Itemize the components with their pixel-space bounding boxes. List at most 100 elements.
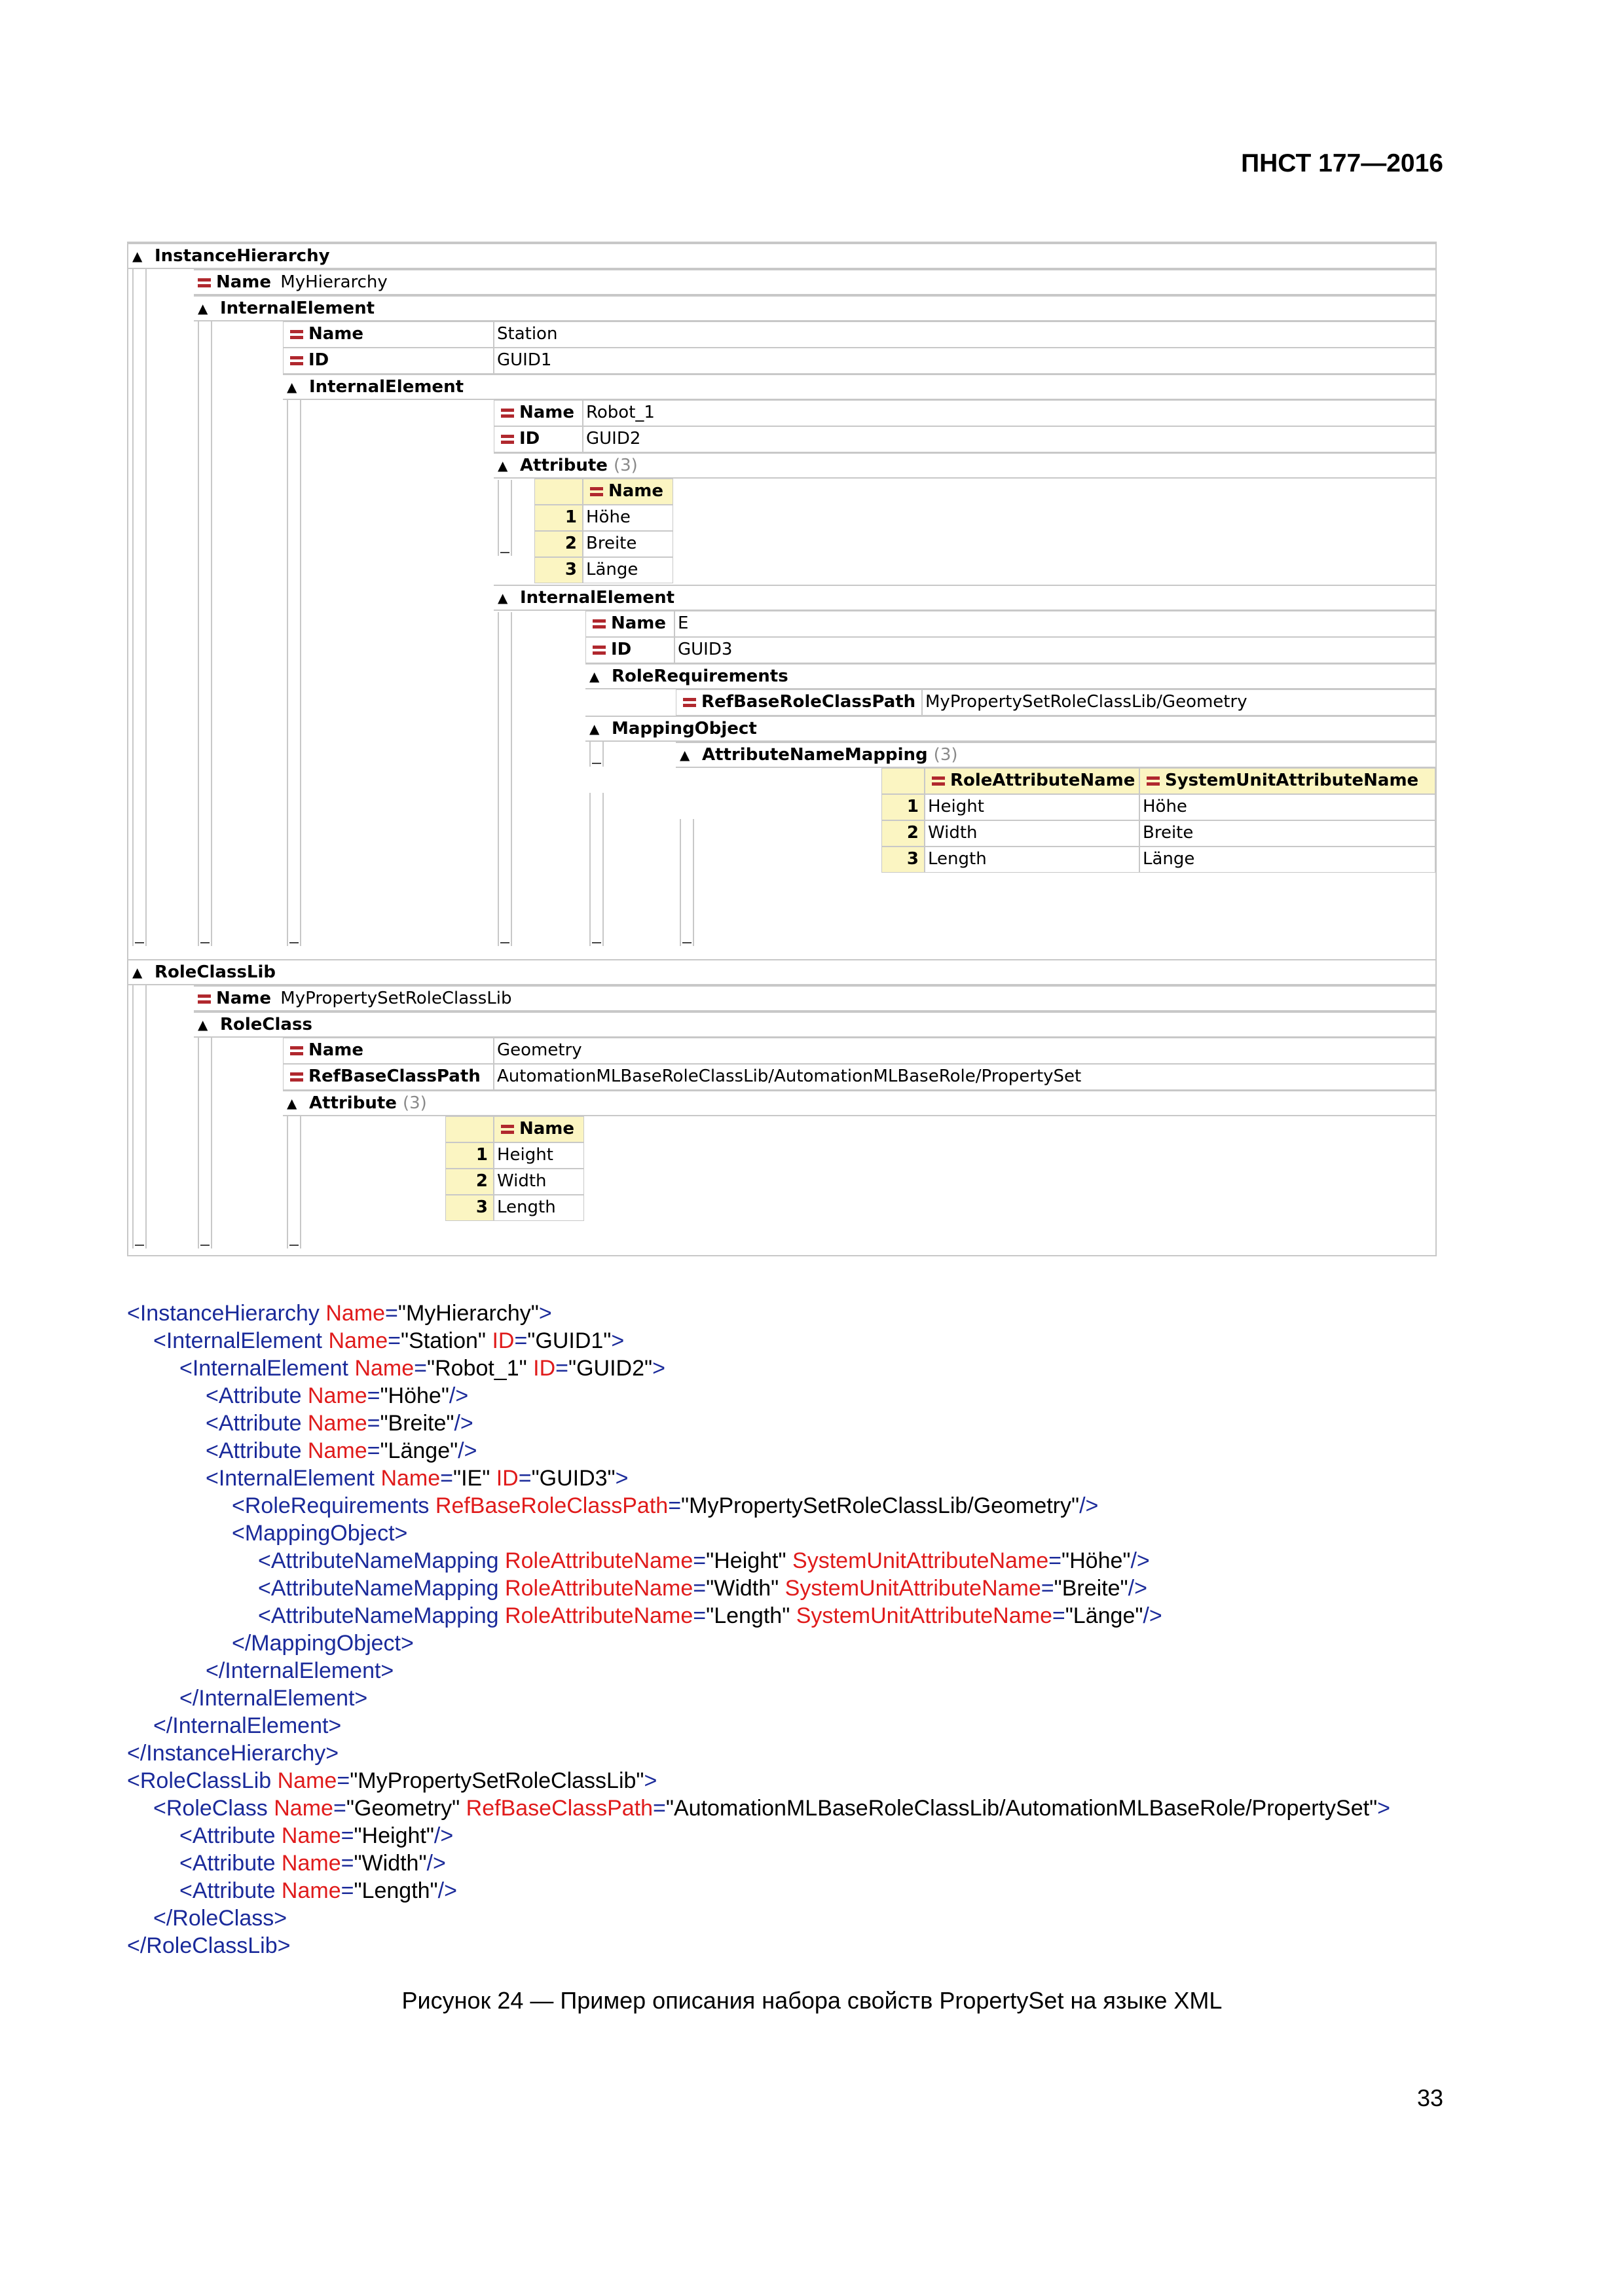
tree-gutter: [287, 400, 301, 946]
xml-tag: =: [388, 1328, 401, 1353]
xml-tag: >: [615, 1466, 629, 1491]
xml-tag: </MappingObject>: [232, 1631, 414, 1656]
collapse-arrow-icon[interactable]: ▲: [589, 717, 599, 740]
xml-tag: />: [454, 1411, 473, 1436]
xml-attr-name: Name: [307, 1383, 367, 1408]
collapse-arrow-icon[interactable]: ▲: [287, 1091, 297, 1115]
attribute-icon: [501, 1124, 514, 1134]
station-name-key: Name: [283, 321, 494, 348]
xml-attr-value: "Breite": [1054, 1576, 1128, 1601]
xml-attr-name: ID: [496, 1466, 519, 1491]
rc-attr-row-num: 1: [445, 1142, 494, 1169]
xml-listing: <InstanceHierarchy Name="MyHierarchy"> <I…: [127, 1300, 1390, 1959]
mapping-table-corner: [881, 768, 925, 794]
rc-name-value: Geometry: [494, 1038, 1435, 1064]
tree-gutter: [132, 972, 147, 1248]
xml-attr-name: SystemUnitAttributeName: [796, 1603, 1052, 1628]
attribute-icon: [198, 994, 211, 1004]
xml-line: </MappingObject>: [127, 1630, 1390, 1657]
xml-attr-value: "GUID3": [531, 1466, 616, 1491]
collapse-arrow-icon[interactable]: ▲: [198, 1013, 208, 1036]
xml-attr-name: Name: [281, 1823, 341, 1848]
rc-attr-row-value: Length: [494, 1195, 584, 1221]
xml-tag: =: [693, 1576, 707, 1601]
collapse-arrow-icon[interactable]: ▲: [287, 375, 297, 399]
attribute-name-mapping-node[interactable]: ▲ AttributeNameMapping (3): [676, 742, 1435, 768]
ref-base-role-class-path-value: MyPropertySetRoleClassLib/Geometry: [922, 689, 1435, 716]
role-class-node[interactable]: ▲ RoleClass: [194, 1011, 1435, 1038]
internal-element-ie-node[interactable]: ▲ InternalElement: [494, 585, 1435, 611]
rc-attr-row-value: Height: [494, 1142, 584, 1169]
xml-tag: />: [434, 1823, 454, 1848]
station-id-value: GUID1: [494, 348, 1435, 374]
xml-tag: </InternalElement>: [206, 1658, 394, 1683]
attribute-node[interactable]: ▲ Attribute (3): [494, 452, 1435, 479]
collapse-arrow-icon[interactable]: ▲: [589, 665, 599, 688]
mapping-object-node[interactable]: ▲ MappingObject: [585, 716, 1435, 742]
xml-tag: =: [367, 1438, 380, 1463]
tree-gutter: [680, 819, 694, 946]
mapping-row-num: 3: [881, 847, 925, 873]
rc-attribute-node[interactable]: ▲ Attribute (3): [283, 1090, 1435, 1116]
xml-line: </RoleClass>: [127, 1904, 1390, 1932]
xml-tag: />: [1130, 1548, 1150, 1573]
xml-tag: <RoleClassLib: [127, 1768, 278, 1793]
internal-element-robot-node[interactable]: ▲ InternalElement: [283, 374, 1435, 400]
xml-tag: <Attribute: [179, 1851, 282, 1876]
xml-attr-name: Name: [380, 1466, 441, 1491]
attribute-icon: [290, 1046, 303, 1055]
attribute-icon: [683, 697, 696, 707]
collapse-arrow-icon[interactable]: ▲: [498, 454, 507, 477]
mapping-row-system: Höhe: [1139, 794, 1435, 820]
xml-line: </InternalElement>: [127, 1657, 1390, 1685]
instance-hierarchy-node[interactable]: ▲ InstanceHierarchy: [128, 243, 1435, 269]
role-requirements-node[interactable]: ▲ RoleRequirements: [585, 663, 1435, 689]
attribute-icon: [290, 1072, 303, 1082]
mapping-row-num: 1: [881, 794, 925, 820]
ie-id-value: GUID3: [674, 637, 1435, 663]
attribute-icon: [1147, 776, 1160, 786]
mapping-header-role: RoleAttributeName: [925, 768, 1139, 794]
xml-attr-value: "IE": [453, 1466, 496, 1491]
xml-tag: =: [414, 1356, 427, 1381]
attribute-icon: [501, 408, 514, 418]
tree-gutter: [132, 256, 147, 946]
xml-tag: >: [644, 1768, 657, 1793]
attr-row-num: 1: [534, 505, 583, 531]
internal-element-station-node[interactable]: ▲ InternalElement: [194, 295, 1435, 321]
xml-line: <Attribute Name="Höhe"/>: [127, 1382, 1390, 1410]
rc-attr-row-value: Width: [494, 1169, 584, 1195]
xml-tag: =: [341, 1823, 354, 1848]
xml-tag: <RoleClass: [153, 1796, 274, 1821]
robot-id-key: ID: [494, 426, 583, 452]
xml-tag: =: [1052, 1603, 1065, 1628]
xml-tag: =: [653, 1796, 666, 1821]
page-number: 33: [1416, 2085, 1443, 2111]
xml-tag: >: [538, 1301, 552, 1326]
xml-tag: />: [1143, 1603, 1162, 1628]
collapse-arrow-icon[interactable]: ▲: [498, 586, 507, 610]
xml-attr-value: "Breite": [380, 1411, 454, 1436]
role-class-lib-node[interactable]: ▲ RoleClassLib: [128, 959, 1435, 985]
xml-tag: =: [367, 1383, 380, 1408]
xml-attr-value: "Länge": [1065, 1603, 1143, 1628]
collapse-arrow-icon[interactable]: ▲: [198, 297, 208, 320]
xml-line: <AttributeNameMapping RoleAttributeName=…: [127, 1602, 1390, 1630]
xml-attr-value: "MyHierarchy": [397, 1301, 539, 1326]
xml-attr-name: Name: [325, 1301, 386, 1326]
xml-attr-value: "Width": [706, 1576, 785, 1601]
xml-tag: =: [333, 1796, 346, 1821]
attribute-icon: [290, 355, 303, 365]
xml-attr-value: "Width": [354, 1851, 427, 1876]
collapse-arrow-icon[interactable]: ▲: [132, 960, 142, 984]
xml-tag: <Attribute: [179, 1823, 282, 1848]
mapping-row-num: 2: [881, 820, 925, 847]
xml-attr-name: Name: [307, 1411, 367, 1436]
document-header: ПНСТ 177—2016: [1241, 149, 1443, 177]
xml-attr-value: "Height": [354, 1823, 434, 1848]
collapse-arrow-icon[interactable]: ▲: [132, 244, 142, 268]
collapse-arrow-icon[interactable]: ▲: [680, 743, 690, 767]
xml-attr-name: Name: [328, 1328, 388, 1353]
ie-name-key: Name: [585, 611, 674, 637]
attribute-icon: [590, 486, 603, 496]
